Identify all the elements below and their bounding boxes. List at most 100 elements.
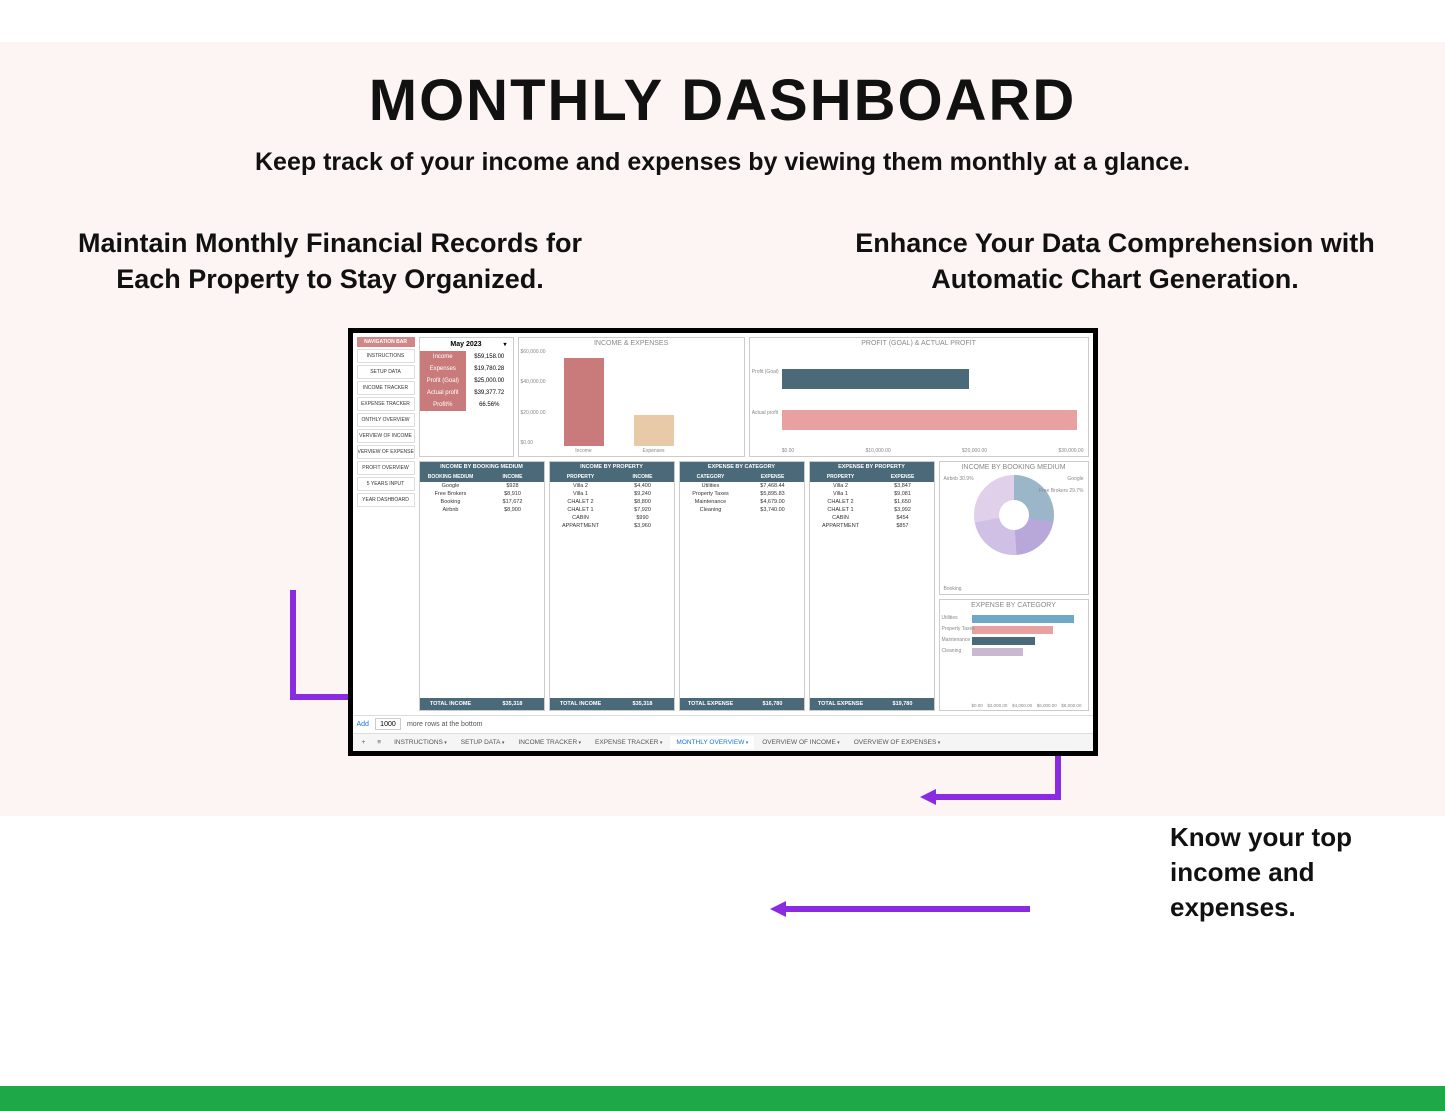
hbar: Property Taxes [972,626,1082,634]
col-header: BOOKING MEDIUM [420,472,482,482]
donut-label: Google [1067,476,1083,482]
summary-label: Actual profit [420,387,467,399]
footer-value: $19,780 [872,698,934,710]
footer-label: TOTAL INCOME [420,698,482,710]
donut-label: Airbnb 30.9% [944,476,974,482]
footer-label: TOTAL EXPENSE [810,698,872,710]
col-header: PROPERTY [810,472,872,482]
nav-header: NAVIGATION BAR [357,337,415,347]
navigation-bar: NAVIGATION BAR INSTRUCTIONS SETUP DATA I… [357,337,415,711]
sheet-tab-active[interactable]: MONTHLY OVERVIEW [670,736,754,749]
summary-label: Expenses [420,363,467,375]
table-row: Airbnb$8,900 [420,506,544,514]
month-selector[interactable]: May 2023 [420,338,513,351]
bar-label: Income [554,448,614,454]
bar-expenses: Expenses [634,415,674,446]
summary-value: $39,377.72 [466,387,513,399]
hbar: Cleaning [972,648,1082,656]
table-title: INCOME BY BOOKING MEDIUM [420,462,544,472]
sheet-tab[interactable]: INCOME TRACKER [512,736,587,749]
hbar-goal: Profit (Goal) [782,369,1084,389]
summary-value: $19,780.28 [466,363,513,375]
arrow-connector [290,590,296,700]
nav-item[interactable]: YEAR DASHBOARD [357,493,415,507]
sheet-tab[interactable]: SETUP DATA [455,736,511,749]
table-row: Booking$17,672 [420,498,544,506]
all-sheets-icon[interactable]: ≡ [372,736,386,749]
footer-label: TOTAL INCOME [550,698,612,710]
axis-tick: $4,000.00 [1012,703,1032,708]
hbar-label: Maintenance [942,637,971,643]
page-title: MONTHLY DASHBOARD [0,67,1445,134]
axis-tick: $0.00 [521,440,546,446]
axis-tick: $0.00 [782,448,795,454]
table-title: EXPENSE BY CATEGORY [680,462,804,472]
table-row: Utilities$7,468.44 [680,482,804,490]
table-row: APPARTMENT$3,960 [550,522,674,530]
income-by-medium-table: INCOME BY BOOKING MEDIUM BOOKING MEDIUMI… [419,461,545,711]
nav-item[interactable]: INSTRUCTIONS [357,349,415,363]
hbar: Maintenance [972,637,1082,645]
table-row: Property Taxes$5,895.83 [680,490,804,498]
sheet-tab[interactable]: INSTRUCTIONS [388,736,453,749]
summary-value: $59,158.00 [466,351,513,363]
hbar: Utilities [972,615,1082,623]
month-summary-card: May 2023 Income$59,158.00 Expenses$19,78… [419,337,514,457]
col-header: CATEGORY [680,472,742,482]
green-footer-bar [0,1086,1445,1111]
hbar-label: Actual profit [752,410,778,416]
add-button[interactable]: Add [357,721,369,728]
nav-item[interactable]: 5 YEARS INPUT [357,477,415,491]
arrow-connector [930,794,1061,800]
sheet-tab[interactable]: OVERVIEW OF INCOME [756,736,845,749]
hbar-actual: Actual profit [782,410,1084,430]
nav-item[interactable]: EXPENSE TRACKER [357,397,415,411]
page-subtitle: Keep track of your income and expenses b… [0,148,1445,177]
rows-label: more rows at the bottom [407,721,482,728]
sheet-tab[interactable]: OVERVIEW OF EXPENSES [848,736,947,749]
bar-income: Income [564,358,604,446]
table-row: CHALET 1$7,920 [550,506,674,514]
summary-value: $25,000.00 [466,375,513,387]
table-row: CHALET 1$3,992 [810,506,934,514]
summary-value: 66.56% [466,399,513,411]
axis-tick: $40,000.00 [521,379,546,385]
table-row: Villa 1$9,240 [550,490,674,498]
summary-label: Profit (Goal) [420,375,467,387]
table-row: Villa 2$4,400 [550,482,674,490]
chart-title: INCOME BY BOOKING MEDIUM [940,462,1088,473]
axis-tick: $20,000.00 [962,448,987,454]
income-by-property-table: INCOME BY PROPERTY PROPERTYINCOME Villa … [549,461,675,711]
axis-tick: $0.00 [972,703,983,708]
table-row: CHALET 2$1,650 [810,498,934,506]
table-row: Villa 2$3,847 [810,482,934,490]
pink-section: Maintain Monthly Financial Records for E… [0,195,1445,816]
table-row: APPARTMENT$857 [810,522,934,530]
summary-label: Income [420,351,467,363]
chart-title: PROFIT (GOAL) & ACTUAL PROFIT [750,338,1088,349]
nav-item[interactable]: VERVIEW OF INCOME [357,429,415,443]
sheet-tab[interactable]: EXPENSE TRACKER [589,736,668,749]
add-sheet-icon[interactable]: + [357,736,371,749]
spreadsheet-screenshot: NAVIGATION BAR INSTRUCTIONS SETUP DATA I… [348,328,1098,756]
hbar-label: Utilities [942,615,958,621]
footer-label: TOTAL EXPENSE [680,698,742,710]
rows-input[interactable] [375,718,401,730]
table-row: Cleaning$3,740.00 [680,506,804,514]
chart-title: EXPENSE BY CATEGORY [940,600,1088,611]
summary-label: Profit% [420,399,467,411]
hero-section: MONTHLY DASHBOARD Keep track of your inc… [0,42,1445,195]
table-row: Free Brokers$8,910 [420,490,544,498]
nav-item[interactable]: ONTHLY OVERVIEW [357,413,415,427]
axis-tick: $8,000.00 [1061,703,1081,708]
nav-item[interactable]: INCOME TRACKER [357,381,415,395]
col-header: EXPENSE [872,472,934,482]
axis-tick: $20,000.00 [521,410,546,416]
nav-item[interactable]: VERVIEW OF EXPENSE [357,445,415,459]
hbar-label: Profit (Goal) [752,369,779,375]
col-header: EXPENSE [742,472,804,482]
add-rows-footer: Add more rows at the bottom [353,715,1093,733]
nav-item[interactable]: SETUP DATA [357,365,415,379]
col-header: INCOME [612,472,674,482]
nav-item[interactable]: PROFIT OVERVIEW [357,461,415,475]
